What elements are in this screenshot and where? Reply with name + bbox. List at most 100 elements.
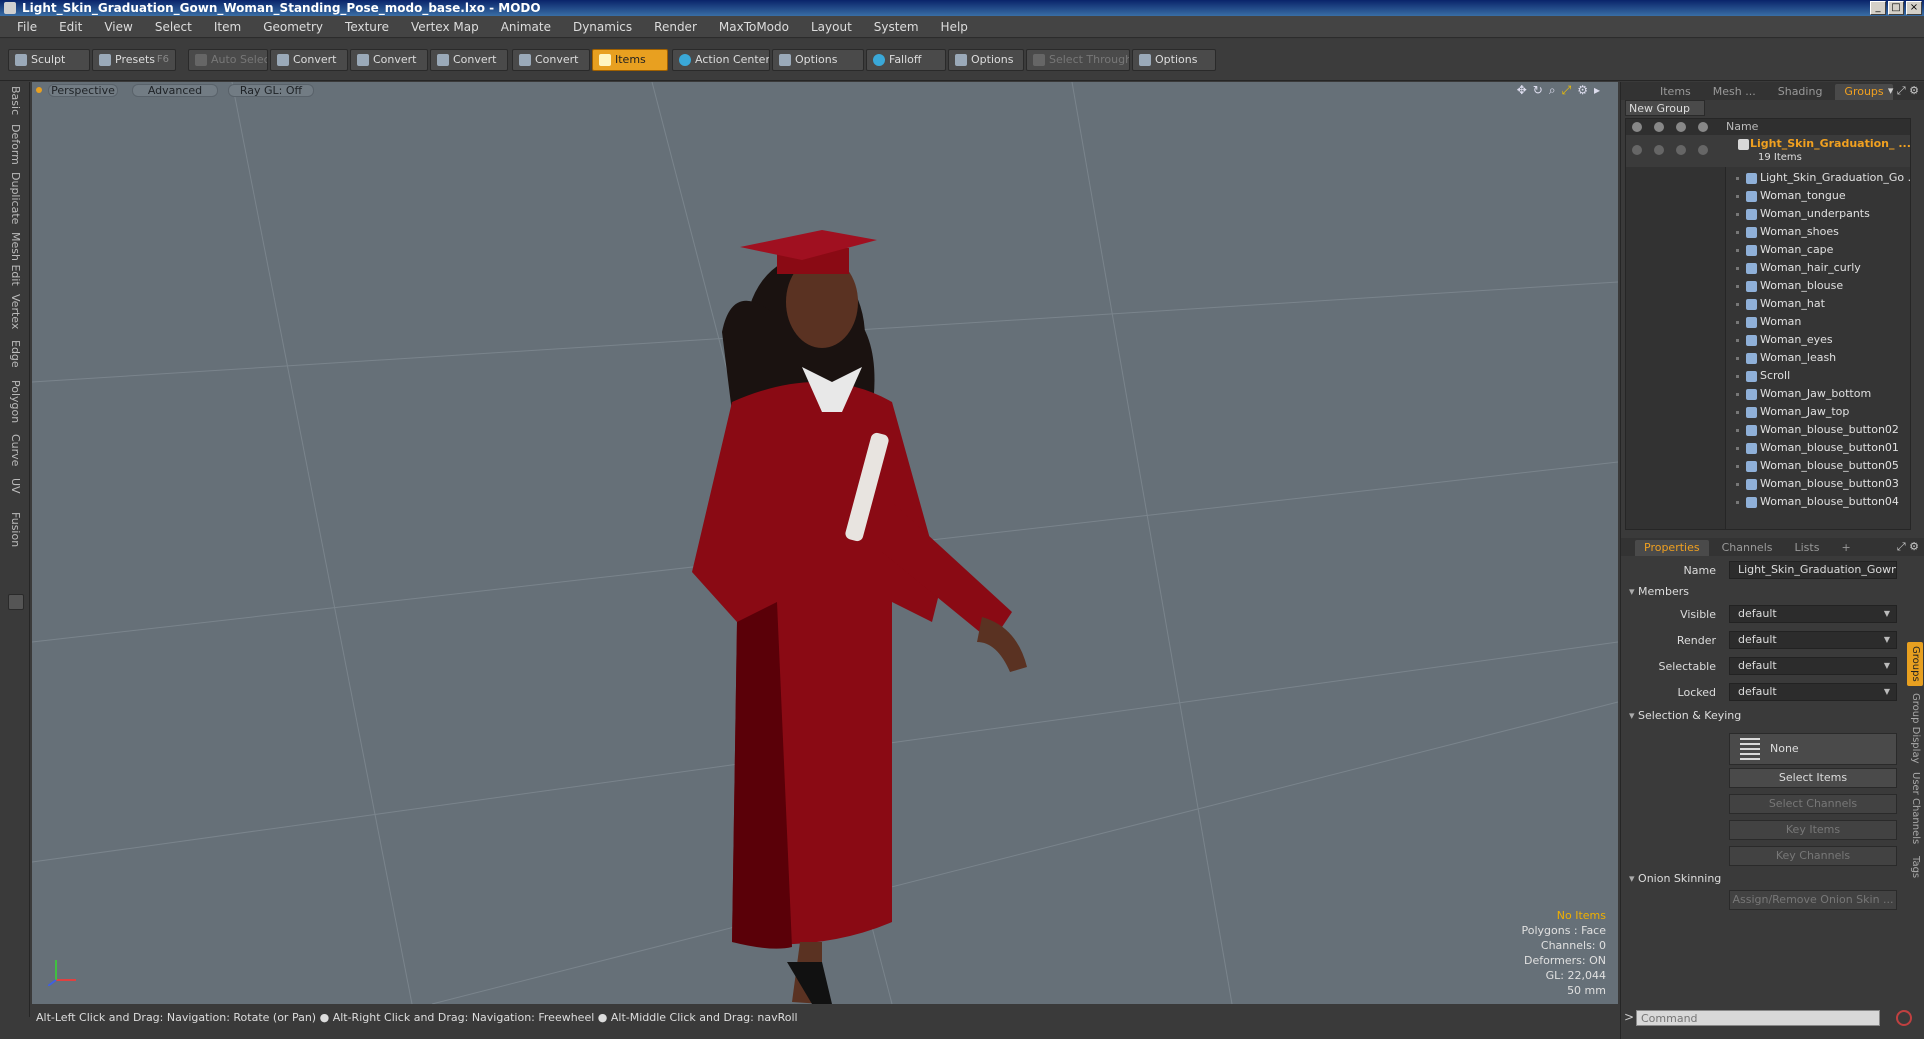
menu-select[interactable]: Select (144, 16, 203, 38)
menu-vertex-map[interactable]: Vertex Map (400, 16, 490, 38)
move-view-icon[interactable]: ✥ (1517, 83, 1527, 98)
assign-onion-skin-button[interactable]: Assign/Remove Onion Skin ... (1729, 890, 1897, 910)
panel-options-icon[interactable]: ▾ ⤢ ⚙ (1888, 84, 1919, 98)
panel-toggle-button[interactable] (8, 594, 24, 610)
onion-skinning-section[interactable]: Onion Skinning (1629, 872, 1721, 885)
menu-view[interactable]: View (93, 16, 143, 38)
select-through-button[interactable]: Select Through (1026, 49, 1130, 71)
menu-texture[interactable]: Texture (334, 16, 400, 38)
3d-viewport[interactable]: Perspective Advanced Ray GL: Off ✥ ↻ ⌕ ⤢… (32, 82, 1618, 1004)
list-item[interactable]: Woman_hair_curly (1626, 259, 1910, 277)
selectable-dropdown[interactable]: default (1729, 657, 1897, 675)
perspective-button[interactable]: Perspective (48, 84, 118, 97)
maximize-button[interactable]: □ (1888, 1, 1904, 15)
locked-dropdown[interactable]: default (1729, 683, 1897, 701)
select-items-button[interactable]: Select Items (1729, 768, 1897, 788)
list-item[interactable]: Woman_blouse_button03 (1626, 475, 1910, 493)
menu-system[interactable]: System (863, 16, 930, 38)
viewport-menu-dot[interactable] (36, 87, 42, 93)
list-item[interactable]: Woman_blouse (1626, 277, 1910, 295)
sculpt-button[interactable]: Sculpt (8, 49, 90, 71)
convert-button-1[interactable]: Convert (270, 49, 348, 71)
list-item[interactable]: Scroll (1626, 367, 1910, 385)
list-item[interactable]: Light_Skin_Graduation_Go ... (1626, 169, 1910, 187)
list-item[interactable]: Woman_blouse_button04 (1626, 493, 1910, 511)
options-button-1[interactable]: Options (772, 49, 864, 71)
convert-button-2[interactable]: Convert (350, 49, 428, 71)
menu-item[interactable]: Item (203, 16, 252, 38)
raygl-button[interactable]: Ray GL: Off (228, 84, 314, 97)
options-button-2[interactable]: Options (948, 49, 1024, 71)
tab-curve[interactable]: Curve (6, 434, 24, 466)
fit-view-icon[interactable]: ⤢ (1562, 83, 1572, 98)
menu-edit[interactable]: Edit (48, 16, 93, 38)
list-item[interactable]: Woman (1626, 313, 1910, 331)
menu-help[interactable]: Help (930, 16, 979, 38)
tab-lists[interactable]: Lists (1786, 540, 1829, 556)
keying-none-button[interactable]: None (1729, 733, 1897, 765)
close-button[interactable]: × (1906, 1, 1922, 15)
tab-shading[interactable]: Shading (1769, 84, 1832, 100)
side-tab-user-channels[interactable]: User Channels (1907, 770, 1923, 846)
zoom-view-icon[interactable]: ⌕ (1549, 83, 1556, 98)
minimize-button[interactable]: _ (1870, 1, 1886, 15)
menu-dynamics[interactable]: Dynamics (562, 16, 643, 38)
select-channels-button[interactable]: Select Channels (1729, 794, 1897, 814)
rotate-view-icon[interactable]: ↻ (1533, 83, 1543, 98)
list-item[interactable]: Woman_eyes (1626, 331, 1910, 349)
command-run-icon[interactable] (1896, 1010, 1912, 1026)
side-tab-group-display[interactable]: Group Display (1907, 692, 1923, 764)
tab-polygon[interactable]: Polygon (6, 380, 24, 423)
presets-button[interactable]: Presets F6 (92, 49, 176, 71)
tab-items[interactable]: Items (1651, 84, 1700, 100)
tab-uv[interactable]: UV (6, 478, 24, 494)
visible-dropdown[interactable]: default (1729, 605, 1897, 623)
selection-keying-section[interactable]: Selection & Keying (1629, 709, 1741, 722)
tab-edge[interactable]: Edge (6, 340, 24, 368)
key-channels-button[interactable]: Key Channels (1729, 846, 1897, 866)
tab-mesh[interactable]: Mesh ... (1704, 84, 1765, 100)
list-item[interactable]: Woman_leash (1626, 349, 1910, 367)
key-items-button[interactable]: Key Items (1729, 820, 1897, 840)
menu-maxtomodo[interactable]: MaxToModo (708, 16, 800, 38)
advanced-button[interactable]: Advanced (132, 84, 218, 97)
tab-mesh-edit[interactable]: Mesh Edit (6, 232, 24, 286)
side-tab-tags[interactable]: Tags (1907, 852, 1923, 882)
view-settings-gear-icon[interactable]: ⚙ (1577, 83, 1588, 98)
list-item[interactable]: Woman_Jaw_top (1626, 403, 1910, 421)
list-item[interactable]: Woman_cape (1626, 241, 1910, 259)
list-item[interactable]: Woman_underpants (1626, 205, 1910, 223)
add-tab-button[interactable]: + (1832, 540, 1859, 556)
render-icon[interactable] (1654, 145, 1664, 155)
select-icon[interactable] (1698, 145, 1708, 155)
tab-duplicate[interactable]: Duplicate (6, 172, 24, 224)
list-item[interactable]: Woman_blouse_button01 (1626, 439, 1910, 457)
list-item[interactable]: Woman_blouse_button05 (1626, 457, 1910, 475)
group-row[interactable]: Light_Skin_Graduation_ ... 19 Items (1626, 135, 1910, 167)
auto-select-button[interactable]: Auto Select (188, 49, 268, 71)
items-mode-button[interactable]: Items (592, 49, 668, 71)
convert-button-4[interactable]: Convert (512, 49, 590, 71)
lock-icon[interactable] (1676, 145, 1686, 155)
convert-button-3[interactable]: Convert (430, 49, 508, 71)
action-center-button[interactable]: Action Center (672, 49, 770, 71)
new-group-button[interactable]: New Group (1625, 100, 1705, 116)
menu-geometry[interactable]: Geometry (252, 16, 334, 38)
list-item[interactable]: Woman_shoes (1626, 223, 1910, 241)
command-input[interactable] (1636, 1010, 1880, 1026)
viewport-expand-icon[interactable]: ▸ (1594, 83, 1600, 98)
list-item[interactable]: Woman_blouse_button02 (1626, 421, 1910, 439)
falloff-button[interactable]: Falloff (866, 49, 946, 71)
group-name-field[interactable]: Light_Skin_Graduation_Gown_W (1729, 561, 1897, 579)
list-item[interactable]: Woman_hat (1626, 295, 1910, 313)
tab-fusion[interactable]: Fusion (6, 512, 24, 547)
name-column-header[interactable]: Name (1726, 119, 1758, 135)
tab-groups[interactable]: Groups (1835, 84, 1893, 100)
side-tab-groups[interactable]: Groups (1907, 642, 1923, 686)
tab-deform[interactable]: Deform (6, 124, 24, 165)
menu-animate[interactable]: Animate (490, 16, 562, 38)
members-section[interactable]: Members (1629, 585, 1689, 598)
tab-properties[interactable]: Properties (1635, 540, 1709, 556)
options-button-3[interactable]: Options (1132, 49, 1216, 71)
menu-render[interactable]: Render (643, 16, 708, 38)
